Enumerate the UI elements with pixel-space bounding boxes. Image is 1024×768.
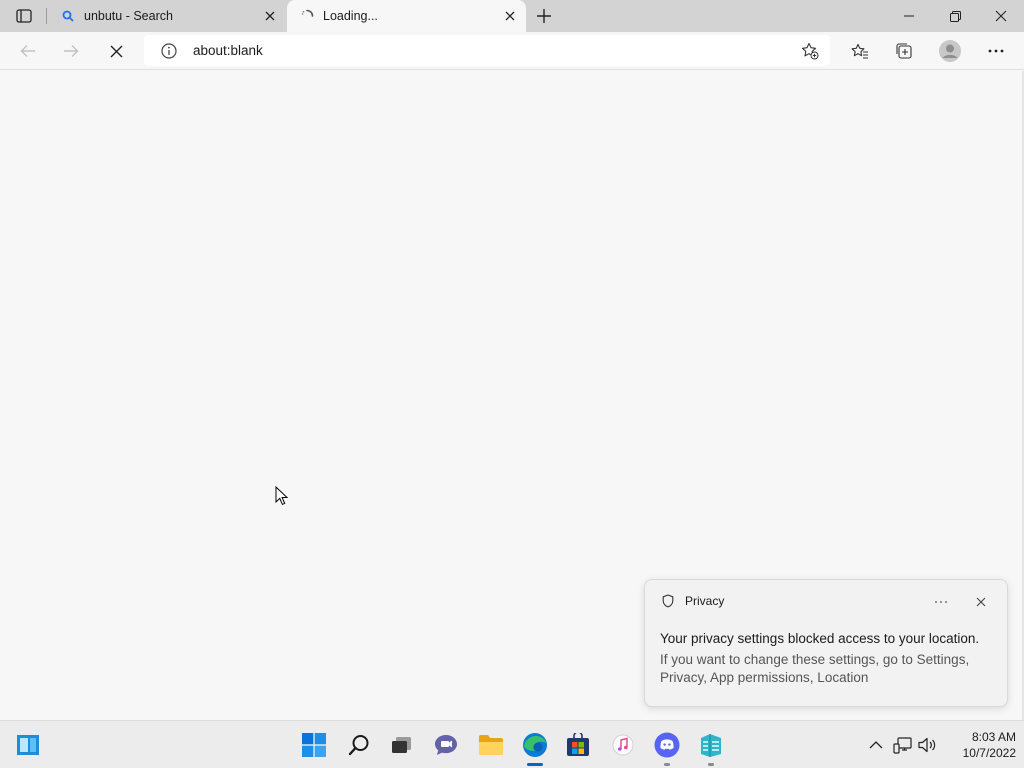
- edge-button[interactable]: [519, 729, 551, 766]
- tab-strip: unbutu - Search Loading...: [0, 0, 1024, 32]
- clock-date: 10/7/2022: [962, 746, 1016, 760]
- address-text[interactable]: about:blank: [193, 43, 263, 58]
- notification-close-button[interactable]: [971, 592, 991, 612]
- more-horizontal-icon: [935, 601, 947, 603]
- chevron-up-icon: [869, 741, 883, 749]
- close-icon: [265, 11, 275, 21]
- task-view-icon: [392, 737, 411, 753]
- start-button[interactable]: [298, 729, 330, 761]
- privacy-notification[interactable]: Privacy Your privacy settings blocked ac…: [644, 579, 1008, 707]
- notification-header: Privacy: [661, 594, 724, 608]
- tab-search[interactable]: unbutu - Search: [48, 0, 286, 32]
- tab-actions-button[interactable]: [12, 6, 36, 26]
- settings-more-button[interactable]: [981, 36, 1011, 66]
- avatar-icon: [939, 40, 961, 62]
- close-icon: [505, 11, 515, 21]
- shield-icon: [661, 594, 675, 608]
- app-button[interactable]: [695, 729, 727, 766]
- search-icon: [60, 8, 76, 24]
- browser-toolbar: about:blank: [0, 32, 1024, 70]
- arrow-left-icon: [20, 45, 35, 57]
- restore-icon: [949, 10, 961, 22]
- windows-logo-icon: [302, 733, 326, 757]
- close-icon: [976, 597, 986, 607]
- running-indicator: [708, 763, 714, 766]
- folder-icon: [479, 735, 503, 755]
- more-horizontal-icon: [988, 49, 1004, 53]
- notification-more-button[interactable]: [929, 592, 953, 612]
- notification-message: Your privacy settings blocked access to …: [660, 631, 980, 646]
- minimize-button[interactable]: [886, 0, 932, 32]
- tab-divider: [46, 8, 47, 24]
- tab-title: unbutu - Search: [84, 9, 173, 23]
- speaker-icon: [918, 737, 936, 753]
- loading-spinner-icon: [299, 8, 315, 24]
- network-icon: [893, 737, 912, 754]
- minimize-icon: [904, 15, 914, 17]
- running-indicator: [527, 763, 543, 766]
- notification-title: Privacy: [685, 594, 725, 608]
- restore-button[interactable]: [932, 0, 978, 32]
- network-button[interactable]: [892, 734, 914, 756]
- favorites-button[interactable]: [845, 36, 875, 66]
- close-window-button[interactable]: [978, 0, 1024, 32]
- teams-chat-button[interactable]: [430, 729, 462, 761]
- itunes-button[interactable]: [607, 729, 639, 761]
- widgets-icon: [17, 735, 39, 755]
- close-icon: [995, 10, 1007, 22]
- profile-button[interactable]: [935, 36, 965, 66]
- running-indicator: [664, 763, 670, 766]
- notification-detail: If you want to change these settings, go…: [660, 652, 970, 685]
- show-hidden-icons-button[interactable]: [865, 734, 887, 756]
- collections-button[interactable]: [889, 36, 919, 66]
- add-favorite-button[interactable]: [798, 39, 822, 63]
- discord-icon: [654, 732, 680, 758]
- taskbar-search-button[interactable]: [343, 729, 375, 761]
- plus-icon: [537, 9, 551, 23]
- edge-icon: [523, 733, 547, 757]
- tab-title: Loading...: [323, 9, 378, 23]
- star-add-icon: [801, 42, 819, 60]
- clock-time: 8:03 AM: [971, 730, 1016, 744]
- back-button[interactable]: [13, 36, 43, 66]
- widgets-button[interactable]: [12, 729, 44, 761]
- task-view-button[interactable]: [386, 729, 418, 761]
- app-building-icon: [701, 734, 721, 757]
- file-explorer-button[interactable]: [475, 729, 507, 761]
- store-icon: [567, 733, 589, 756]
- microsoft-store-button[interactable]: [562, 729, 594, 761]
- collections-icon: [896, 43, 912, 59]
- chat-icon: [435, 735, 457, 755]
- address-bar[interactable]: about:blank: [144, 35, 830, 66]
- forward-button[interactable]: [56, 36, 86, 66]
- info-icon[interactable]: [160, 42, 178, 60]
- mouse-cursor-icon: [275, 486, 289, 506]
- tab-actions-icon: [16, 9, 32, 23]
- discord-button[interactable]: [651, 729, 683, 766]
- favorites-icon: [851, 43, 868, 59]
- tab-loading[interactable]: Loading...: [287, 0, 526, 32]
- system-clock[interactable]: 8:03 AM 10/7/2022: [940, 729, 1016, 761]
- arrow-right-icon: [64, 45, 79, 57]
- new-tab-button[interactable]: [532, 4, 556, 28]
- volume-button[interactable]: [917, 734, 939, 756]
- music-note-icon: [612, 734, 634, 756]
- close-tab-button[interactable]: [260, 6, 280, 26]
- taskbar: 8:03 AM 10/7/2022: [0, 720, 1024, 768]
- stop-loading-button[interactable]: [101, 36, 131, 66]
- close-tab-button[interactable]: [500, 6, 520, 26]
- close-icon: [110, 45, 122, 57]
- search-icon: [348, 735, 369, 756]
